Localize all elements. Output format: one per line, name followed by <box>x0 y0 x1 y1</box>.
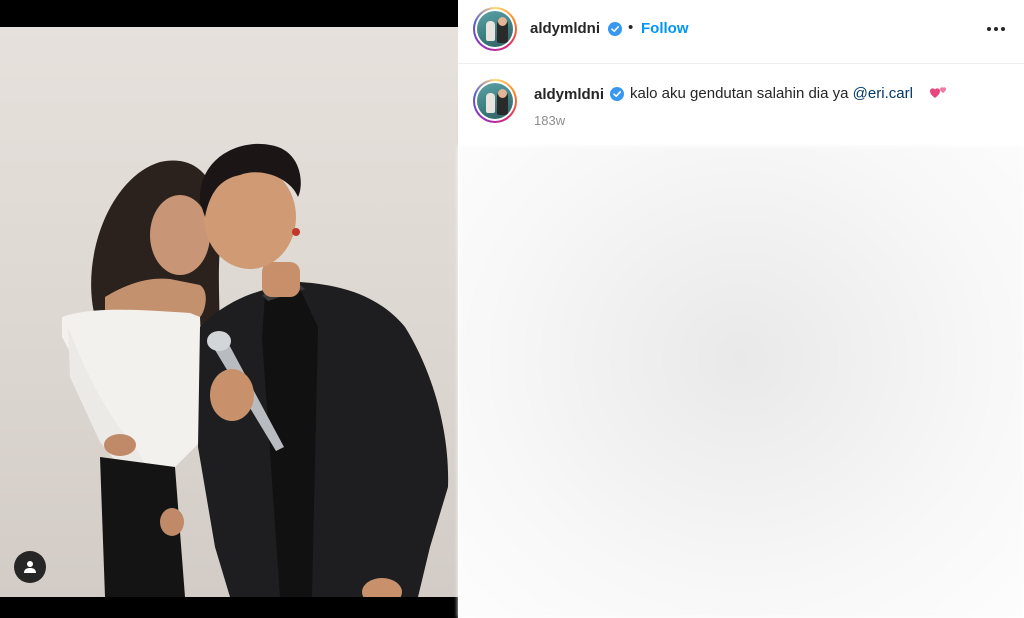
header-separator: • <box>628 19 634 36</box>
more-options-icon[interactable] <box>984 19 1008 39</box>
post-photo[interactable] <box>0 27 458 597</box>
comments-area-blurred <box>458 146 1024 618</box>
post-timestamp: 183w <box>534 113 566 128</box>
user-tag-icon <box>24 561 36 573</box>
header-avatar[interactable] <box>473 7 517 51</box>
verified-badge-icon <box>610 87 624 101</box>
post-header: aldymldni • Follow <box>458 0 1024 64</box>
post-details-panel: aldymldni • Follow aldymldni kalo aku ge… <box>458 0 1024 618</box>
caption-text: kalo aku gendutan salahin dia ya @eri.ca… <box>630 85 913 102</box>
post-media[interactable] <box>0 0 458 618</box>
caption-body: kalo aku gendutan salahin dia ya <box>630 85 853 102</box>
user-tag-button[interactable] <box>14 551 46 583</box>
mention-link[interactable]: @eri.carl <box>853 85 913 102</box>
follow-button[interactable]: Follow <box>641 20 689 37</box>
caption-avatar[interactable] <box>473 79 517 123</box>
two-hearts-icon <box>930 87 946 98</box>
verified-badge-icon <box>608 22 622 36</box>
caption-username[interactable]: aldymldni <box>534 86 604 103</box>
photo-illustration <box>62 143 449 597</box>
header-username[interactable]: aldymldni <box>530 20 600 37</box>
